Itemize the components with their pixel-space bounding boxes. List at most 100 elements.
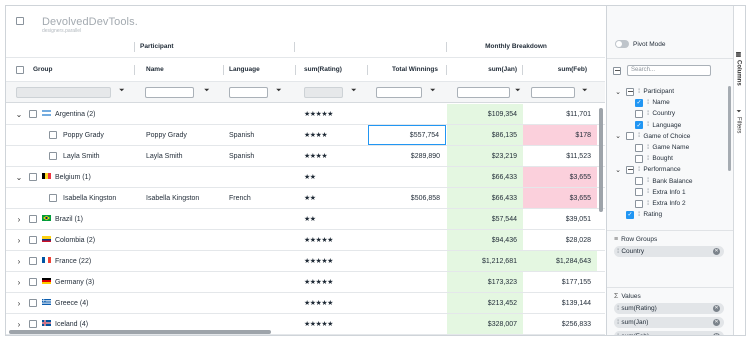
drag-handle-icon[interactable]: ⁞⁞	[617, 306, 620, 312]
jan-cell[interactable]: $66,433	[447, 188, 523, 208]
column-pill[interactable]: ⁞⁞ sum(Rating) ✕	[614, 303, 724, 314]
column-search-input[interactable]: Search...	[627, 65, 711, 76]
filter-icon[interactable]: ⏷	[515, 87, 521, 95]
filter-input-jan[interactable]	[457, 87, 510, 98]
chevron-down-icon[interactable]: ⌄	[14, 173, 24, 182]
column-tree-group[interactable]: ✓ ⁞⁞ Rating	[626, 209, 662, 220]
rating-cell[interactable]: ★★	[304, 167, 366, 187]
column-tree-item[interactable]: ⁞⁞ Extra Info 2	[635, 198, 686, 209]
total-winnings-cell[interactable]	[368, 272, 446, 292]
jan-cell[interactable]: $94,436	[447, 230, 523, 250]
group-row[interactable]: › Brazil (1) ★★ $57,544 $39,051	[6, 209, 605, 230]
group-row[interactable]: › Colombia (2) ★★★★★ $94,436 $28,028	[6, 230, 605, 251]
total-winnings-cell[interactable]: $506,858	[368, 188, 446, 208]
column-tree-group[interactable]: ⌄ ⁞⁞ Participant	[614, 86, 674, 97]
jan-cell[interactable]: $66,433	[447, 167, 523, 187]
column-header-group[interactable]: Group	[33, 58, 133, 81]
row-checkbox[interactable]	[29, 236, 37, 244]
feb-cell[interactable]: $3,655	[523, 188, 597, 208]
rating-cell[interactable]: ★★	[304, 188, 366, 208]
row-checkbox[interactable]	[29, 173, 37, 181]
column-pill[interactable]: ⁞⁞ Country ✕	[614, 246, 724, 257]
column-checkbox[interactable]	[635, 154, 643, 163]
column-pill[interactable]: ⁞⁞sum(Feb) ✕	[614, 331, 724, 336]
chevron-right-icon[interactable]: ›	[14, 320, 24, 329]
header-checkbox-top[interactable]	[16, 17, 24, 25]
group-row[interactable]: › Greece (4) ★★★★★ $213,452 $139,144	[6, 293, 605, 314]
rating-cell[interactable]: ★★★★★	[304, 104, 366, 124]
group-row[interactable]: › France (22) ★★★★★ $1,212,681 $1,284,643	[6, 251, 605, 272]
column-checkbox[interactable]	[635, 199, 643, 208]
column-tree-item[interactable]: ⁞⁞ Bank Balance	[635, 176, 692, 187]
total-winnings-cell[interactable]	[368, 293, 446, 313]
column-tree-item[interactable]: ⁞⁞ Bought	[635, 153, 673, 164]
column-header-jan[interactable]: sum(Jan)	[447, 58, 523, 81]
column-tree-group[interactable]: ⌄ ⁞⁞ Game of Choice	[614, 131, 690, 142]
rating-cell[interactable]: ★★★★	[304, 146, 366, 166]
column-checkbox[interactable]	[626, 165, 634, 174]
drag-handle-icon[interactable]: ⁞⁞	[647, 111, 650, 117]
chevron-right-icon[interactable]: ›	[14, 299, 24, 308]
total-winnings-cell[interactable]	[368, 167, 446, 187]
feb-cell[interactable]: $28,028	[523, 230, 597, 250]
column-tree-item[interactable]: ⁞⁞ Extra Info 1	[635, 187, 686, 198]
column-tree-item[interactable]: ⁞⁞ Game Name	[635, 142, 689, 153]
chevron-down-icon[interactable]: ⌄	[614, 88, 622, 96]
feb-cell[interactable]: $139,144	[523, 293, 597, 313]
chevron-right-icon[interactable]: ›	[14, 278, 24, 287]
close-icon[interactable]: ✕	[713, 305, 720, 312]
total-winnings-cell[interactable]: $289,890	[368, 146, 446, 166]
chevron-right-icon[interactable]: ›	[14, 257, 24, 266]
column-tree-item[interactable]: ⁞⁞ Country	[635, 108, 675, 119]
total-winnings-cell[interactable]: $557,754	[368, 125, 446, 145]
total-winnings-cell[interactable]	[368, 251, 446, 271]
chevron-down-icon[interactable]: ⌄	[614, 166, 622, 174]
drag-handle-icon[interactable]: ⁞⁞	[617, 334, 620, 336]
rating-cell[interactable]: ★★★★★	[304, 293, 366, 313]
filter-icon[interactable]: ⏷	[351, 87, 357, 95]
jan-cell[interactable]: $57,544	[447, 209, 523, 229]
drag-handle-icon[interactable]: ⁞⁞	[617, 249, 620, 255]
filter-icon[interactable]: ⏷	[582, 87, 588, 95]
column-header-total[interactable]: Total Winnings	[368, 58, 444, 81]
drag-handle-icon[interactable]: ⁞⁞	[647, 178, 650, 184]
rating-cell[interactable]: ★★★★★	[304, 251, 366, 271]
filter-icon[interactable]: ⏷	[119, 87, 125, 95]
feb-cell[interactable]: $11,701	[523, 104, 597, 124]
rating-cell[interactable]: ★★★★★	[304, 314, 366, 334]
language-cell[interactable]: Spanish	[229, 146, 295, 166]
name-cell[interactable]: Layla Smith	[146, 146, 222, 166]
column-checkbox[interactable]	[635, 109, 643, 118]
group-row[interactable]: › Germany (3) ★★★★★ $173,323 $177,155	[6, 272, 605, 293]
tab-columns[interactable]: ▥ Columns	[735, 51, 742, 86]
row-checkbox[interactable]	[49, 131, 57, 139]
side-scrollbar[interactable]	[728, 86, 731, 171]
close-icon[interactable]: ✕	[713, 248, 720, 255]
column-checkbox[interactable]: ✓	[635, 98, 643, 107]
row-checkbox[interactable]	[29, 257, 37, 265]
feb-cell[interactable]: $3,655	[523, 167, 597, 187]
language-cell[interactable]: French	[229, 188, 295, 208]
column-checkbox[interactable]	[635, 143, 643, 152]
filter-icon[interactable]: ⏷	[204, 87, 210, 95]
filter-input-total[interactable]	[376, 87, 422, 98]
rating-cell[interactable]: ★★	[304, 209, 366, 229]
filter-icon[interactable]: ⏷	[276, 87, 282, 95]
feb-cell[interactable]: $39,051	[523, 209, 597, 229]
close-icon[interactable]: ✕	[713, 319, 720, 326]
table-row[interactable]: Layla Smith Layla Smith Spanish ★★★★ $289,89…	[6, 146, 605, 167]
drag-handle-icon[interactable]: ⁞⁞	[647, 100, 650, 106]
rating-cell[interactable]: ★★★★★	[304, 272, 366, 292]
drag-handle-icon[interactable]: ⁞⁞	[647, 201, 650, 207]
row-checkbox[interactable]	[29, 278, 37, 286]
column-pill[interactable]: ⁞⁞ sum(Jan) ✕	[614, 317, 724, 328]
column-tree-group[interactable]: ⌄ ⁞⁞ Performance	[614, 164, 681, 175]
drag-handle-icon[interactable]: ⁞⁞	[638, 89, 641, 95]
column-checkbox[interactable]	[626, 87, 634, 96]
feb-cell[interactable]: $177,155	[523, 272, 597, 292]
drag-handle-icon[interactable]: ⁞⁞	[647, 122, 650, 128]
drag-handle-icon[interactable]: ⁞⁞	[617, 320, 620, 326]
chevron-down-icon[interactable]: ⌄	[14, 110, 24, 119]
column-header-language[interactable]: Language	[229, 58, 295, 81]
rating-cell[interactable]: ★★★★	[304, 125, 366, 145]
